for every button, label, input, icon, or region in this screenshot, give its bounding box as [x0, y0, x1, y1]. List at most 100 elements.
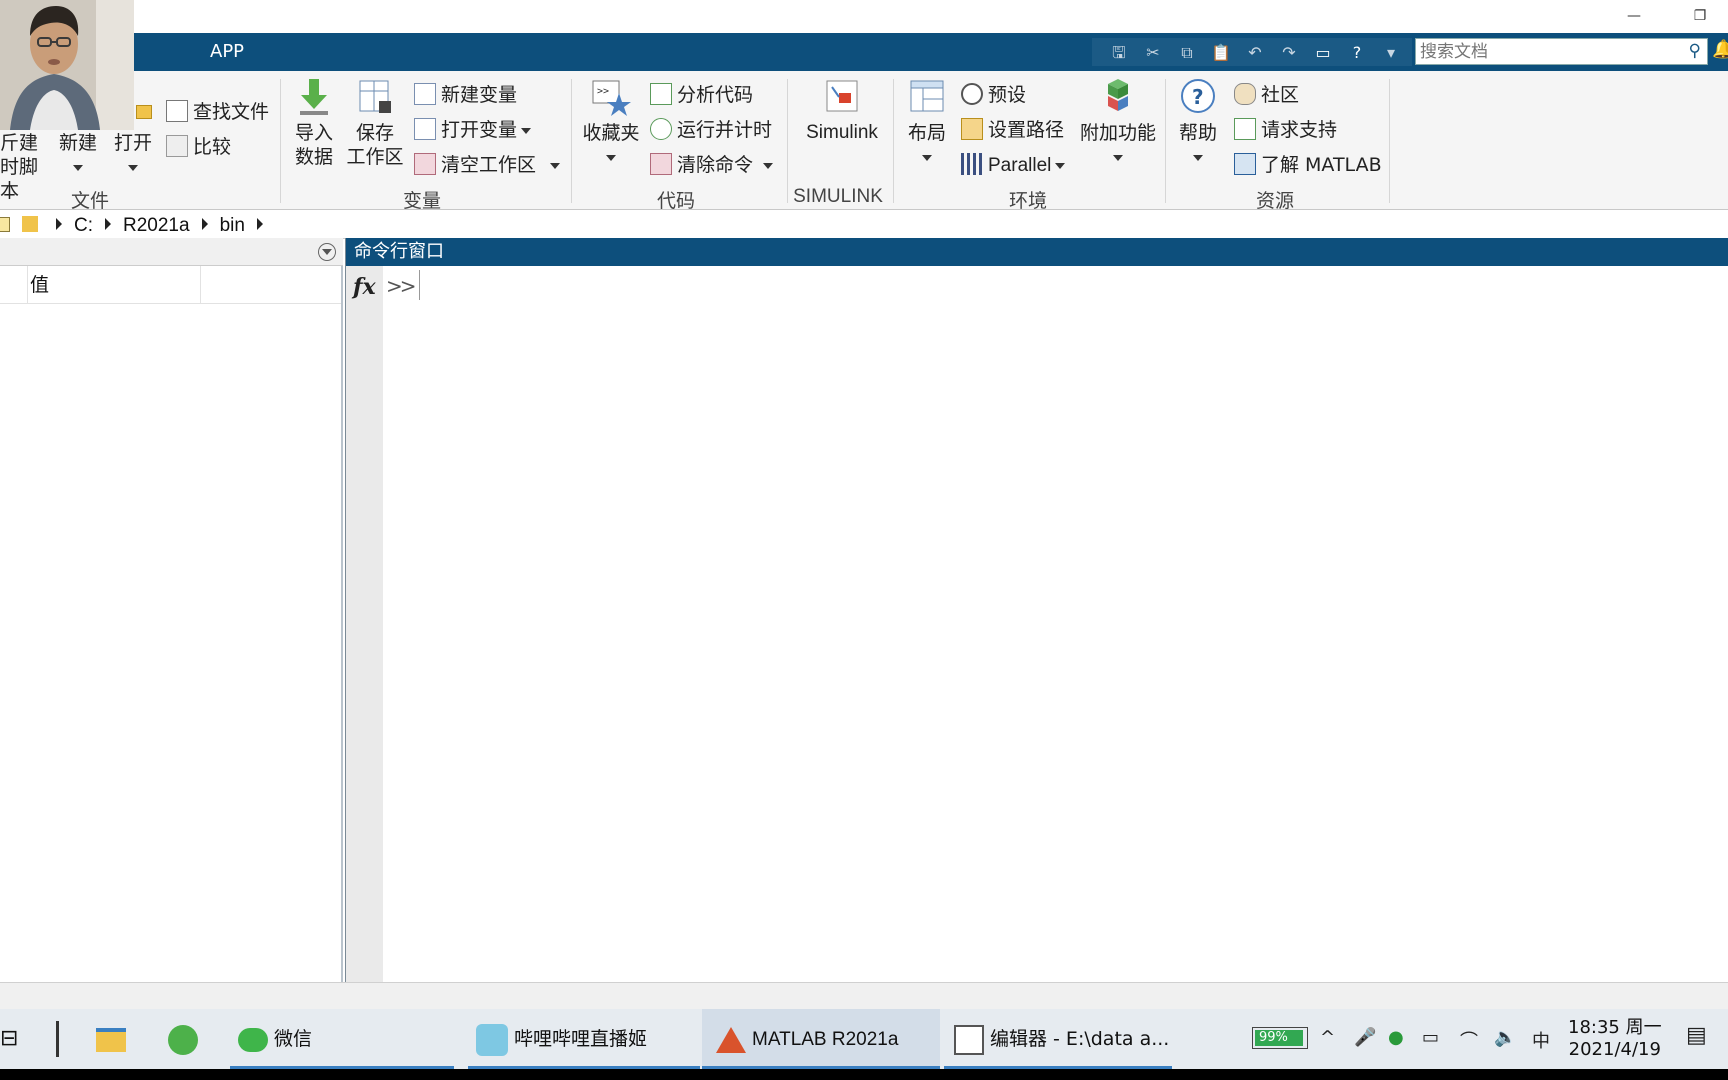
- battery-indicator[interactable]: 99%: [1252, 1027, 1308, 1049]
- svg-text:>>: >>: [597, 86, 609, 97]
- compare-button[interactable]: 比较: [166, 134, 231, 160]
- new-live-script-label-2: 时脚本: [0, 156, 39, 202]
- bilibili-label: 哔哩哔哩直播姬: [514, 1028, 648, 1050]
- group-label-simulink: SIMULINK: [793, 186, 883, 207]
- new-button[interactable]: 新建: [56, 131, 100, 179]
- battery-percent: 99%: [1259, 1030, 1288, 1045]
- value-column-header[interactable]: 值: [30, 266, 49, 304]
- learn-matlab-label: 了解 MATLAB: [1261, 154, 1382, 176]
- notification-bell-icon[interactable]: 🔔: [1712, 39, 1728, 60]
- restore-button[interactable]: ❐: [1680, 4, 1720, 28]
- request-support-button[interactable]: 请求支持: [1234, 117, 1337, 143]
- import-data-icon: [300, 79, 328, 115]
- breadcrumb-drive[interactable]: C:: [74, 215, 93, 236]
- title-bar: — ❐: [0, 0, 1728, 33]
- new-variable-button[interactable]: 新建变量: [414, 82, 517, 108]
- search-documentation[interactable]: ⚲: [1415, 38, 1708, 65]
- preferences-button[interactable]: 预设: [961, 82, 1026, 108]
- simulink-button[interactable]: Simulink: [800, 77, 884, 145]
- search-input[interactable]: [1416, 39, 1671, 64]
- simulink-label: Simulink: [806, 122, 878, 143]
- tab-app[interactable]: APP: [210, 33, 244, 71]
- help-button[interactable]: ? 帮助: [1174, 77, 1222, 169]
- command-window[interactable]: 命令行窗口 fx >>: [345, 238, 1728, 982]
- parallel-button[interactable]: Parallel: [961, 152, 1066, 178]
- ime-indicator[interactable]: 中: [1532, 1027, 1550, 1053]
- browser-button[interactable]: [168, 1009, 204, 1069]
- save-workspace-button[interactable]: 保存 工作区: [344, 77, 406, 169]
- breadcrumb-folder[interactable]: R2021a: [123, 215, 190, 236]
- webcam-overlay: [0, 0, 134, 130]
- find-files-button[interactable]: 查找文件: [166, 99, 269, 125]
- taskbar-wechat[interactable]: 微信: [230, 1009, 454, 1069]
- wifi-icon[interactable]: ⌒: [1460, 1027, 1478, 1053]
- file-explorer-button[interactable]: [96, 1009, 132, 1069]
- chevron-up-icon[interactable]: ^: [1320, 1027, 1335, 1048]
- battery-icon[interactable]: ▭: [1422, 1027, 1439, 1048]
- taskbar-editor[interactable]: 编辑器 - E:\data a...: [944, 1009, 1172, 1069]
- favorites-button[interactable]: >> 收藏夹: [580, 77, 642, 169]
- bilibili-icon: [476, 1023, 508, 1056]
- minimize-button[interactable]: —: [1614, 4, 1654, 28]
- new-live-script-label-1: 斤建: [0, 132, 39, 154]
- system-clock[interactable]: 18:35 周一 2021/4/19: [1568, 1017, 1662, 1061]
- group-label-code: 代码: [656, 190, 695, 212]
- preferences-label: 预设: [988, 84, 1027, 106]
- clear-workspace-button[interactable]: 清空工作区: [414, 152, 561, 178]
- run-and-time-label: 运行并计时: [677, 119, 773, 141]
- open-variable-button[interactable]: 打开变量: [414, 117, 532, 143]
- new-variable-icon: [414, 83, 436, 105]
- undo-icon[interactable]: ↶: [1244, 42, 1266, 64]
- volume-icon[interactable]: 🔈: [1494, 1027, 1516, 1048]
- taskbar-bilibili[interactable]: 哔哩哔哩直播姬: [468, 1009, 700, 1069]
- favorites-label: 收藏夹: [582, 122, 640, 144]
- copy-icon[interactable]: ⧉: [1176, 42, 1198, 64]
- paste-icon[interactable]: 📋: [1210, 42, 1232, 64]
- separator: [1389, 79, 1390, 203]
- chevron-down-icon: [128, 164, 138, 171]
- add-ons-button[interactable]: 附加功能: [1080, 77, 1156, 169]
- breadcrumb-folder[interactable]: bin: [220, 215, 245, 236]
- cut-icon[interactable]: ✂: [1142, 42, 1164, 64]
- current-folder-address-bar[interactable]: C: R2021a bin: [0, 211, 1728, 239]
- up-folder-icon[interactable]: [0, 217, 10, 232]
- search-icon[interactable]: ⚲: [1689, 41, 1701, 61]
- microphone-icon[interactable]: 🎤: [1354, 1027, 1376, 1048]
- learn-matlab-button[interactable]: 了解 MATLAB: [1234, 152, 1382, 178]
- layout-button[interactable]: 布局: [902, 77, 952, 169]
- notification-center-icon[interactable]: ▤: [1686, 1023, 1707, 1048]
- matlab-icon: [716, 1026, 746, 1053]
- command-window-gutter: [346, 266, 383, 982]
- community-button[interactable]: 社区: [1234, 82, 1299, 108]
- chevron-down-icon: [922, 154, 932, 161]
- favorites-icon: >>: [592, 80, 631, 116]
- switch-windows-icon[interactable]: ▭: [1312, 42, 1334, 64]
- chevron-down-icon[interactable]: ▾: [1380, 42, 1402, 64]
- panel-menu-icon[interactable]: [318, 243, 336, 261]
- clear-commands-button[interactable]: 清除命令: [650, 152, 774, 178]
- help-label: 帮助: [1178, 122, 1217, 144]
- run-and-time-icon: [650, 118, 672, 140]
- save-icon[interactable]: 🖫: [1108, 42, 1130, 64]
- import-data-button[interactable]: 导入 数据: [286, 77, 342, 169]
- parallel-label: Parallel: [988, 155, 1052, 176]
- redo-icon[interactable]: ↷: [1278, 42, 1300, 64]
- analyze-code-button[interactable]: 分析代码: [650, 82, 753, 108]
- help-icon[interactable]: ?: [1346, 42, 1368, 64]
- taskbar-matlab[interactable]: MATLAB R2021a: [702, 1009, 940, 1069]
- analyze-code-icon: [650, 83, 672, 105]
- wechat-icon: [238, 1027, 268, 1052]
- compare-icon: [166, 135, 188, 157]
- set-path-button[interactable]: 设置路径: [961, 117, 1064, 143]
- task-view-icon[interactable]: ⊟: [0, 1009, 30, 1069]
- security-icon[interactable]: ●: [1388, 1027, 1404, 1048]
- layout-label: 布局: [907, 122, 946, 144]
- learn-icon: [1234, 153, 1256, 175]
- open-button[interactable]: 打开: [112, 105, 154, 179]
- editor-icon: [954, 1024, 984, 1055]
- clear-commands-icon: [650, 153, 672, 175]
- open-label: 打开: [113, 132, 152, 154]
- new-live-script-button[interactable]: 斤建 时脚本: [0, 131, 44, 203]
- run-and-time-button[interactable]: 运行并计时: [650, 117, 772, 143]
- function-browser-icon[interactable]: fx: [353, 274, 376, 300]
